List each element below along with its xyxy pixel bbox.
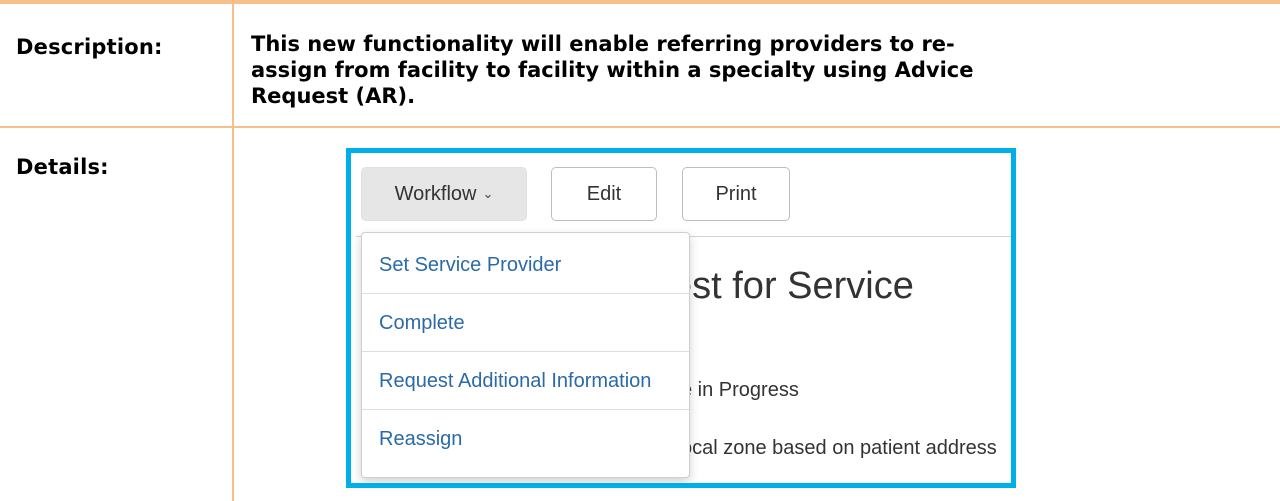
row-divider [0, 126, 1280, 128]
details-label: Details: [16, 155, 109, 179]
column-divider [232, 4, 234, 501]
menu-item-set-service-provider[interactable]: Set Service Provider [362, 237, 689, 294]
description-label: Description: [16, 35, 163, 59]
workflow-button-label: Workflow [394, 182, 477, 205]
zone-text: ocal zone based on patient address [681, 437, 997, 459]
workflow-button[interactable]: Workflow ⌄ [361, 167, 527, 221]
chevron-down-icon: ⌄ [482, 186, 494, 201]
status-text: e in Progress [681, 379, 799, 401]
menu-item-complete[interactable]: Complete [362, 295, 689, 352]
print-button[interactable]: Print [682, 167, 790, 221]
details-screenshot: Workflow ⌄ Edit Print est for Service e … [346, 148, 1016, 488]
description-text: This new functionality will enable refer… [251, 32, 974, 108]
page-heading: est for Service [671, 265, 914, 307]
menu-item-reassign[interactable]: Reassign [362, 411, 689, 468]
workflow-dropdown-menu: Set Service Provider Complete Request Ad… [361, 232, 690, 478]
menu-item-request-additional-information[interactable]: Request Additional Information [362, 353, 689, 410]
edit-button[interactable]: Edit [551, 167, 657, 221]
table-top-border [0, 0, 1280, 4]
